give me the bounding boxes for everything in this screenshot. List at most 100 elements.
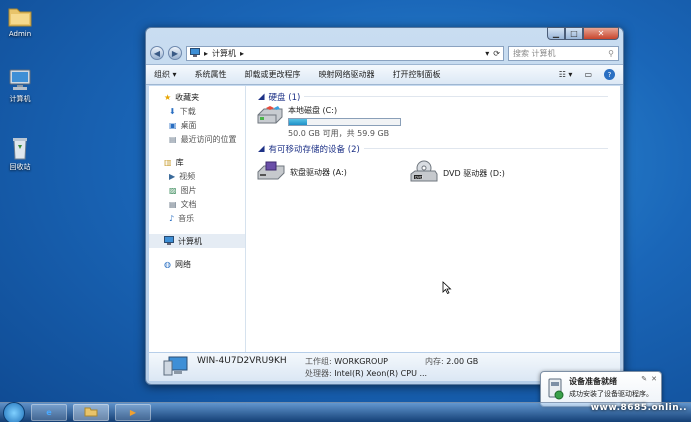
nav-item-pictures[interactable]: ▨ 图片 — [149, 183, 245, 197]
content-pane: ◢ 硬盘 (1) 本地磁盘 (C:) 50.0 GB 可用，共 59.9 GB … — [246, 86, 620, 352]
nav-item-documents[interactable]: ▤ 文档 — [149, 197, 245, 211]
media-player-icon: ▶ — [129, 408, 137, 417]
pin-icon[interactable]: ✎ — [641, 375, 647, 383]
nav-label: 视频 — [179, 171, 196, 181]
video-icon: ▶ — [169, 171, 176, 181]
collapse-arrow-icon: ◢ — [258, 91, 265, 102]
processor-label: 处理器: — [305, 368, 332, 378]
navigation-pane: ★ 收藏夹 ⬇ 下载 ▣ 桌面 ▤ 最近访问的位置 ▥ 库 ▶ 视频 ▨ 图片 … — [149, 86, 246, 352]
folder-icon — [7, 4, 33, 28]
processor-line: 处理器: Intel(R) Xeon(R) CPU ... — [305, 368, 478, 379]
address-separator: ▸ — [240, 48, 245, 58]
start-button[interactable] — [3, 401, 25, 422]
nav-item-videos[interactable]: ▶ 视频 — [149, 169, 245, 183]
music-icon: ♪ — [169, 213, 175, 223]
help-icon[interactable]: ? — [604, 69, 615, 80]
nav-libraries[interactable]: ▥ 库 — [149, 155, 245, 169]
close-button[interactable]: ✕ — [583, 27, 619, 40]
close-notification-icon[interactable]: ✕ — [651, 375, 657, 383]
recycle-bin-icon — [7, 136, 33, 160]
group-label: 硬盘 (1) — [268, 92, 301, 103]
drive-free-space: 50.0 GB 可用，共 59.9 GB — [288, 129, 390, 138]
back-button[interactable]: ◀ — [150, 46, 164, 60]
mouse-cursor-icon — [442, 281, 452, 295]
drive-d[interactable]: DVD DVD 驱动器 (D:) — [409, 160, 505, 186]
drive-usage-fill — [289, 119, 308, 125]
nav-label: 图片 — [180, 185, 197, 195]
group-header-hard-disks[interactable]: ◢ 硬盘 (1) — [258, 90, 620, 103]
taskbar-explorer-button[interactable] — [73, 404, 109, 421]
title-bar[interactable]: ▁ □ ✕ — [146, 27, 623, 42]
desktop-icon-computer[interactable]: 计算机 — [0, 68, 40, 104]
open-control-panel-button[interactable]: 打开控制面板 — [393, 69, 441, 80]
address-bar[interactable]: ▸ 计算机 ▸ ▾ ⟳ — [186, 45, 504, 61]
workgroup-label: 工作组: — [305, 356, 332, 366]
internet-explorer-icon: e — [46, 408, 52, 417]
address-crumb[interactable]: 计算机 — [212, 48, 236, 59]
drive-a[interactable]: 软盘驱动器 (A:) — [256, 160, 347, 184]
desktop-icon: ▣ — [169, 120, 177, 130]
documents-icon: ▤ — [169, 199, 177, 209]
taskbar-media-player-button[interactable]: ▶ — [115, 404, 151, 421]
star-icon: ★ — [164, 92, 172, 102]
explorer-window: ▁ □ ✕ ◀ ▶ ▸ 计算机 ▸ ▾ ⟳ 搜索 计算机 ⚲ 组织 ▾ 系统属性… — [145, 27, 624, 385]
nav-label: 收藏夹 — [175, 92, 200, 102]
nav-computer[interactable]: 计算机 — [149, 234, 245, 248]
nav-network[interactable]: ◍ 网络 — [149, 257, 245, 271]
system-properties-button[interactable]: 系统属性 — [195, 69, 227, 80]
search-icon: ⚲ — [608, 48, 614, 58]
uninstall-program-button[interactable]: 卸载或更改程序 — [245, 69, 301, 80]
close-icon: ✕ — [597, 29, 605, 38]
drive-name: DVD 驱动器 (D:) — [443, 168, 505, 178]
hard-drive-icon — [256, 105, 284, 129]
nav-label: 文档 — [180, 199, 197, 209]
notification-message: 成功安装了设备驱动程序。 — [569, 390, 653, 398]
address-dropdown-icon[interactable]: ▾ — [485, 49, 489, 58]
refresh-icon[interactable]: ⟳ — [493, 49, 500, 58]
svg-text:DVD: DVD — [415, 176, 423, 180]
library-icon: ▥ — [164, 157, 172, 167]
maximize-icon: □ — [570, 29, 578, 38]
nav-label: 计算机 — [178, 236, 202, 246]
view-options-icon[interactable]: ☷ ▾ — [559, 70, 573, 79]
taskbar-ie-button[interactable]: e — [31, 404, 67, 421]
workgroup-value: WORKGROUP — [334, 356, 388, 366]
nav-item-music[interactable]: ♪ 音乐 — [149, 211, 245, 225]
computer-name: WIN-4U7D2VRU9KH — [197, 355, 287, 366]
group-label: 有可移动存储的设备 (2) — [268, 144, 360, 155]
group-header-removable[interactable]: ◢ 有可移动存储的设备 (2) — [258, 142, 620, 155]
search-box[interactable]: 搜索 计算机 ⚲ — [508, 45, 619, 61]
nav-favorites[interactable]: ★ 收藏夹 — [149, 90, 245, 104]
memory-line: 内存: 2.00 GB — [425, 356, 478, 367]
computer-icon — [7, 68, 33, 92]
memory-value: 2.00 GB — [446, 356, 479, 366]
organize-button[interactable]: 组织 ▾ — [154, 69, 177, 80]
nav-label: 桌面 — [180, 120, 197, 130]
minimize-button[interactable]: ▁ — [547, 27, 565, 40]
desktop-icon-admin[interactable]: Admin — [0, 4, 40, 38]
watermark: www.8685.onlin.. — [590, 403, 687, 413]
maximize-button[interactable]: □ — [565, 27, 583, 40]
desktop-icon-label: 计算机 — [9, 95, 31, 103]
desktop-icon-label: 回收站 — [9, 163, 31, 171]
nav-label: 最近访问的位置 — [180, 134, 237, 144]
dvd-drive-icon: DVD — [409, 160, 439, 186]
memory-label: 内存: — [425, 356, 444, 366]
computer-small-icon — [190, 47, 200, 59]
drive-c[interactable]: 本地磁盘 (C:) 50.0 GB 可用，共 59.9 GB — [256, 105, 401, 139]
nav-item-desktop[interactable]: ▣ 桌面 — [149, 118, 245, 132]
desktop-icon-recycle-bin[interactable]: 回收站 — [0, 136, 40, 172]
nav-label: 音乐 — [178, 213, 195, 223]
preview-pane-icon[interactable]: ▭ — [584, 70, 592, 79]
nav-item-recent-places[interactable]: ▤ 最近访问的位置 — [149, 132, 245, 146]
forward-button[interactable]: ▶ — [168, 46, 182, 60]
drive-name: 软盘驱动器 (A:) — [290, 167, 347, 177]
folder-icon — [84, 406, 98, 419]
computer-large-icon — [163, 355, 189, 379]
map-network-drive-button[interactable]: 映射网络驱动器 — [319, 69, 375, 80]
device-installed-icon — [546, 378, 564, 402]
workgroup-line: 工作组: WORKGROUP — [305, 356, 425, 367]
nav-item-downloads[interactable]: ⬇ 下载 — [149, 104, 245, 118]
taskbar: e ▶ — [0, 401, 691, 422]
address-separator: ▸ — [204, 48, 209, 58]
